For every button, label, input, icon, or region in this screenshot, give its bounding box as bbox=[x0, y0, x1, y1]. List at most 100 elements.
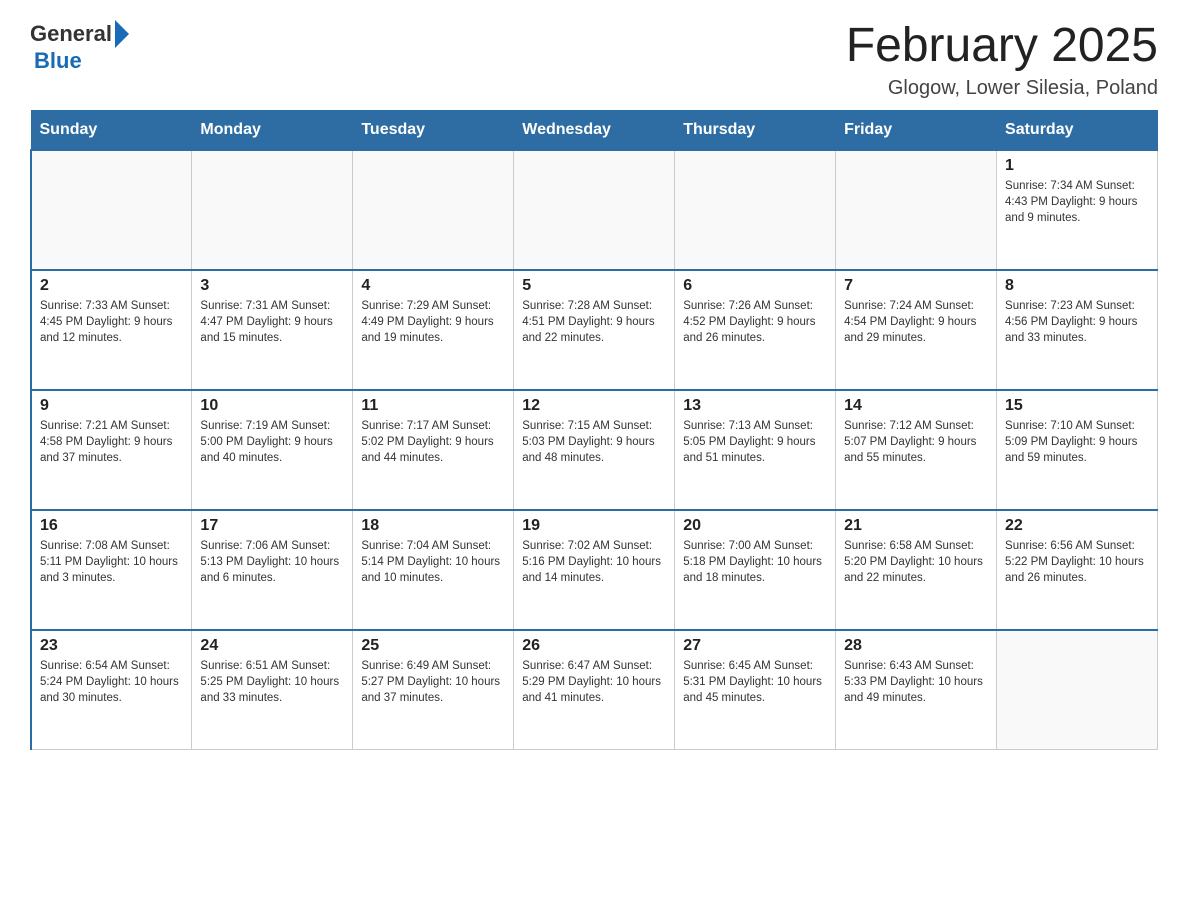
calendar-cell: 25 Sunrise: 6:49 AM Sunset: 5:27 PM Dayli… bbox=[353, 630, 514, 750]
calendar-table: SundayMondayTuesdayWednesdayThursdayFrid… bbox=[30, 110, 1158, 751]
logo-blue-text: Blue bbox=[34, 48, 132, 74]
day-info: Sunrise: 7:29 AM Sunset: 4:49 PM Dayligh… bbox=[361, 298, 505, 346]
day-info: Sunrise: 7:08 AM Sunset: 5:11 PM Dayligh… bbox=[40, 538, 183, 586]
calendar-cell: 15Sunrise: 7:10 AM Sunset: 5:09 PM Dayli… bbox=[997, 390, 1158, 510]
day-number: 25 bbox=[361, 637, 505, 655]
day-number: 13 bbox=[683, 397, 827, 415]
day-info: Sunrise: 6:56 AM Sunset: 5:22 PM Dayligh… bbox=[1005, 538, 1149, 586]
day-number: 26 bbox=[522, 637, 666, 655]
day-number: 11 bbox=[361, 397, 505, 415]
calendar-cell: 27 Sunrise: 6:45 AM Sunset: 5:31 PM Dayli… bbox=[675, 630, 836, 750]
calendar-week-row: 16 Sunrise: 7:08 AM Sunset: 5:11 PM Dayli… bbox=[31, 510, 1158, 630]
calendar-cell bbox=[353, 150, 514, 270]
calendar-cell bbox=[675, 150, 836, 270]
weekday-header-sunday: Sunday bbox=[31, 110, 192, 150]
calendar-cell: 11 Sunrise: 7:17 AM Sunset: 5:02 PM Dayli… bbox=[353, 390, 514, 510]
calendar-cell: 10Sunrise: 7:19 AM Sunset: 5:00 PM Dayli… bbox=[192, 390, 353, 510]
weekday-header-thursday: Thursday bbox=[675, 110, 836, 150]
day-number: 24 bbox=[200, 637, 344, 655]
day-info: Sunrise: 6:54 AM Sunset: 5:24 PM Dayligh… bbox=[40, 658, 183, 706]
day-info: Sunrise: 7:26 AM Sunset: 4:52 PM Dayligh… bbox=[683, 298, 827, 346]
calendar-cell: 8 Sunrise: 7:23 AM Sunset: 4:56 PM Daylig… bbox=[997, 270, 1158, 390]
day-info: Sunrise: 7:23 AM Sunset: 4:56 PM Dayligh… bbox=[1005, 298, 1149, 346]
day-info: Sunrise: 7:34 AM Sunset: 4:43 PM Dayligh… bbox=[1005, 178, 1149, 226]
day-number: 19 bbox=[522, 517, 666, 535]
calendar-cell: 19 Sunrise: 7:02 AM Sunset: 5:16 PM Dayli… bbox=[514, 510, 675, 630]
day-info: Sunrise: 7:06 AM Sunset: 5:13 PM Dayligh… bbox=[200, 538, 344, 586]
calendar-week-row: 9 Sunrise: 7:21 AM Sunset: 4:58 PM Daylig… bbox=[31, 390, 1158, 510]
day-number: 20 bbox=[683, 517, 827, 535]
day-number: 2 bbox=[40, 277, 183, 295]
calendar-week-row: 1 Sunrise: 7:34 AM Sunset: 4:43 PM Daylig… bbox=[31, 150, 1158, 270]
calendar-week-row: 23 Sunrise: 6:54 AM Sunset: 5:24 PM Dayli… bbox=[31, 630, 1158, 750]
day-info: Sunrise: 6:51 AM Sunset: 5:25 PM Dayligh… bbox=[200, 658, 344, 706]
calendar-subtitle: Glogow, Lower Silesia, Poland bbox=[846, 77, 1158, 100]
day-info: Sunrise: 7:17 AM Sunset: 5:02 PM Dayligh… bbox=[361, 418, 505, 466]
day-number: 23 bbox=[40, 637, 183, 655]
calendar-cell: 21Sunrise: 6:58 AM Sunset: 5:20 PM Dayli… bbox=[836, 510, 997, 630]
calendar-cell: 16 Sunrise: 7:08 AM Sunset: 5:11 PM Dayli… bbox=[31, 510, 192, 630]
calendar-title-area: February 2025 Glogow, Lower Silesia, Pol… bbox=[846, 20, 1158, 100]
calendar-cell: 28 Sunrise: 6:43 AM Sunset: 5:33 PM Dayli… bbox=[836, 630, 997, 750]
day-info: Sunrise: 6:47 AM Sunset: 5:29 PM Dayligh… bbox=[522, 658, 666, 706]
day-number: 10 bbox=[200, 397, 344, 415]
calendar-cell bbox=[997, 630, 1158, 750]
calendar-cell: 14 Sunrise: 7:12 AM Sunset: 5:07 PM Dayli… bbox=[836, 390, 997, 510]
day-info: Sunrise: 7:24 AM Sunset: 4:54 PM Dayligh… bbox=[844, 298, 988, 346]
day-info: Sunrise: 7:28 AM Sunset: 4:51 PM Dayligh… bbox=[522, 298, 666, 346]
day-number: 16 bbox=[40, 517, 183, 535]
calendar-cell: 24 Sunrise: 6:51 AM Sunset: 5:25 PM Dayli… bbox=[192, 630, 353, 750]
day-info: Sunrise: 7:33 AM Sunset: 4:45 PM Dayligh… bbox=[40, 298, 183, 346]
page-header: General Blue February 2025 Glogow, Lower… bbox=[30, 20, 1158, 100]
day-number: 18 bbox=[361, 517, 505, 535]
calendar-cell: 4 Sunrise: 7:29 AM Sunset: 4:49 PM Daylig… bbox=[353, 270, 514, 390]
day-number: 9 bbox=[40, 397, 183, 415]
weekday-header-monday: Monday bbox=[192, 110, 353, 150]
day-number: 12 bbox=[522, 397, 666, 415]
calendar-cell bbox=[31, 150, 192, 270]
calendar-cell: 18 Sunrise: 7:04 AM Sunset: 5:14 PM Dayli… bbox=[353, 510, 514, 630]
calendar-cell: 3 Sunrise: 7:31 AM Sunset: 4:47 PM Daylig… bbox=[192, 270, 353, 390]
day-info: Sunrise: 7:31 AM Sunset: 4:47 PM Dayligh… bbox=[200, 298, 344, 346]
day-number: 8 bbox=[1005, 277, 1149, 295]
calendar-week-row: 2 Sunrise: 7:33 AM Sunset: 4:45 PM Daylig… bbox=[31, 270, 1158, 390]
weekday-header-row: SundayMondayTuesdayWednesdayThursdayFrid… bbox=[31, 110, 1158, 150]
day-number: 17 bbox=[200, 517, 344, 535]
day-number: 22 bbox=[1005, 517, 1149, 535]
day-info: Sunrise: 7:15 AM Sunset: 5:03 PM Dayligh… bbox=[522, 418, 666, 466]
calendar-cell: 2 Sunrise: 7:33 AM Sunset: 4:45 PM Daylig… bbox=[31, 270, 192, 390]
day-info: Sunrise: 7:02 AM Sunset: 5:16 PM Dayligh… bbox=[522, 538, 666, 586]
day-info: Sunrise: 7:10 AM Sunset: 5:09 PM Dayligh… bbox=[1005, 418, 1149, 466]
day-number: 3 bbox=[200, 277, 344, 295]
logo-general-text: General bbox=[30, 21, 112, 47]
day-info: Sunrise: 7:04 AM Sunset: 5:14 PM Dayligh… bbox=[361, 538, 505, 586]
day-number: 1 bbox=[1005, 157, 1149, 175]
day-number: 4 bbox=[361, 277, 505, 295]
calendar-cell: 20 Sunrise: 7:00 AM Sunset: 5:18 PM Dayli… bbox=[675, 510, 836, 630]
day-number: 7 bbox=[844, 277, 988, 295]
weekday-header-saturday: Saturday bbox=[997, 110, 1158, 150]
day-number: 14 bbox=[844, 397, 988, 415]
weekday-header-wednesday: Wednesday bbox=[514, 110, 675, 150]
calendar-cell: 9 Sunrise: 7:21 AM Sunset: 4:58 PM Daylig… bbox=[31, 390, 192, 510]
calendar-cell bbox=[514, 150, 675, 270]
calendar-cell: 17 Sunrise: 7:06 AM Sunset: 5:13 PM Dayli… bbox=[192, 510, 353, 630]
calendar-header: SundayMondayTuesdayWednesdayThursdayFrid… bbox=[31, 110, 1158, 150]
day-number: 5 bbox=[522, 277, 666, 295]
day-info: Sunrise: 7:21 AM Sunset: 4:58 PM Dayligh… bbox=[40, 418, 183, 466]
day-number: 28 bbox=[844, 637, 988, 655]
day-info: Sunrise: 7:12 AM Sunset: 5:07 PM Dayligh… bbox=[844, 418, 988, 466]
day-info: Sunrise: 6:45 AM Sunset: 5:31 PM Dayligh… bbox=[683, 658, 827, 706]
calendar-cell: 7 Sunrise: 7:24 AM Sunset: 4:54 PM Daylig… bbox=[836, 270, 997, 390]
day-number: 21 bbox=[844, 517, 988, 535]
calendar-cell: 26 Sunrise: 6:47 AM Sunset: 5:29 PM Dayli… bbox=[514, 630, 675, 750]
day-info: Sunrise: 6:43 AM Sunset: 5:33 PM Dayligh… bbox=[844, 658, 988, 706]
weekday-header-tuesday: Tuesday bbox=[353, 110, 514, 150]
day-info: Sunrise: 7:00 AM Sunset: 5:18 PM Dayligh… bbox=[683, 538, 827, 586]
calendar-cell: 22 Sunrise: 6:56 AM Sunset: 5:22 PM Dayli… bbox=[997, 510, 1158, 630]
calendar-cell: 13Sunrise: 7:13 AM Sunset: 5:05 PM Dayli… bbox=[675, 390, 836, 510]
weekday-header-friday: Friday bbox=[836, 110, 997, 150]
day-info: Sunrise: 6:49 AM Sunset: 5:27 PM Dayligh… bbox=[361, 658, 505, 706]
calendar-cell bbox=[192, 150, 353, 270]
day-number: 27 bbox=[683, 637, 827, 655]
